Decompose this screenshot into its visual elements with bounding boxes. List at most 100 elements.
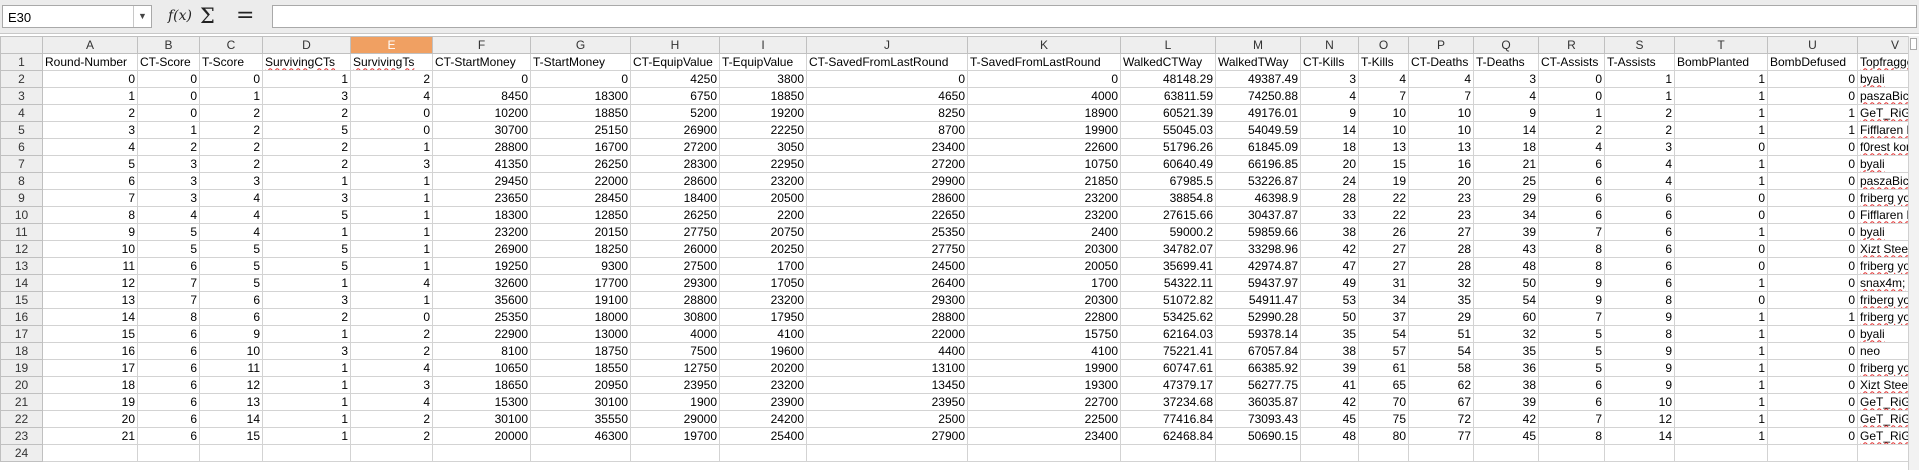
cell-i19[interactable]: 20200 [719, 359, 807, 377]
cell-j18[interactable]: 4400 [806, 342, 968, 360]
cell-b16[interactable]: 8 [137, 308, 200, 326]
cell-k15[interactable]: 20300 [967, 291, 1121, 309]
cell-i18[interactable]: 19600 [719, 342, 807, 360]
cell-u4[interactable]: 1 [1767, 104, 1858, 122]
cell-f8[interactable]: 29450 [432, 172, 531, 190]
cell-d24[interactable] [262, 444, 351, 462]
cell-h13[interactable]: 27500 [630, 257, 720, 275]
cell-m2[interactable]: 49387.49 [1215, 70, 1301, 88]
cell-o20[interactable]: 65 [1358, 376, 1409, 394]
cell-t15[interactable]: 0 [1674, 291, 1768, 309]
cell-f20[interactable]: 18650 [432, 376, 531, 394]
cell-p12[interactable]: 28 [1408, 240, 1474, 258]
cell-b14[interactable]: 7 [137, 274, 200, 292]
name-box-dropdown-icon[interactable]: ▼ [133, 6, 151, 27]
cell-d20[interactable]: 1 [262, 376, 351, 394]
vertical-scrollbar[interactable] [1908, 36, 1919, 470]
cell-o17[interactable]: 54 [1358, 325, 1409, 343]
cell-k20[interactable]: 19300 [967, 376, 1121, 394]
cell-c24[interactable] [199, 444, 263, 462]
cell-q17[interactable]: 32 [1473, 325, 1539, 343]
cell-a22[interactable]: 20 [42, 410, 138, 428]
cell-a1[interactable]: Round-Number [42, 53, 138, 71]
cell-f5[interactable]: 30700 [432, 121, 531, 139]
cell-m13[interactable]: 42974.87 [1215, 257, 1301, 275]
cell-j1[interactable]: CT-SavedFromLastRound [806, 53, 968, 71]
cell-t21[interactable]: 1 [1674, 393, 1768, 411]
cell-j2[interactable]: 0 [806, 70, 968, 88]
cell-r23[interactable]: 8 [1538, 427, 1605, 445]
cell-o7[interactable]: 15 [1358, 155, 1409, 173]
cell-p6[interactable]: 13 [1408, 138, 1474, 156]
cell-u13[interactable]: 0 [1767, 257, 1858, 275]
cell-s4[interactable]: 2 [1604, 104, 1675, 122]
cell-e11[interactable]: 1 [350, 223, 433, 241]
cell-t12[interactable]: 0 [1674, 240, 1768, 258]
column-header-e[interactable]: E [350, 36, 433, 54]
cell-t19[interactable]: 1 [1674, 359, 1768, 377]
cell-n22[interactable]: 45 [1300, 410, 1359, 428]
cell-s13[interactable]: 6 [1604, 257, 1675, 275]
cell-a10[interactable]: 8 [42, 206, 138, 224]
cell-a11[interactable]: 9 [42, 223, 138, 241]
cell-p8[interactable]: 20 [1408, 172, 1474, 190]
scrollbar-thumb[interactable] [1910, 38, 1917, 50]
cell-k10[interactable]: 23200 [967, 206, 1121, 224]
cell-s22[interactable]: 12 [1604, 410, 1675, 428]
cell-l22[interactable]: 77416.84 [1120, 410, 1216, 428]
cell-t16[interactable]: 1 [1674, 308, 1768, 326]
cell-p18[interactable]: 54 [1408, 342, 1474, 360]
cell-a3[interactable]: 1 [42, 87, 138, 105]
cell-c15[interactable]: 6 [199, 291, 263, 309]
cell-b5[interactable]: 1 [137, 121, 200, 139]
cell-i20[interactable]: 23200 [719, 376, 807, 394]
cell-o10[interactable]: 22 [1358, 206, 1409, 224]
cell-h6[interactable]: 27200 [630, 138, 720, 156]
cell-k4[interactable]: 18900 [967, 104, 1121, 122]
row-header-15[interactable]: 15 [0, 291, 43, 309]
cell-g4[interactable]: 18850 [530, 104, 631, 122]
cell-f17[interactable]: 22900 [432, 325, 531, 343]
cell-t2[interactable]: 1 [1674, 70, 1768, 88]
cell-n19[interactable]: 39 [1300, 359, 1359, 377]
cell-c14[interactable]: 5 [199, 274, 263, 292]
column-header-j[interactable]: J [806, 36, 968, 54]
row-header-6[interactable]: 6 [0, 138, 43, 156]
cell-d14[interactable]: 1 [262, 274, 351, 292]
cell-i7[interactable]: 22950 [719, 155, 807, 173]
cell-a19[interactable]: 17 [42, 359, 138, 377]
cell-m12[interactable]: 33298.96 [1215, 240, 1301, 258]
cell-a18[interactable]: 16 [42, 342, 138, 360]
name-box[interactable]: E30 ▼ [2, 5, 152, 28]
cell-d6[interactable]: 2 [262, 138, 351, 156]
cell-n4[interactable]: 9 [1300, 104, 1359, 122]
cell-i24[interactable] [719, 444, 807, 462]
cell-e8[interactable]: 1 [350, 172, 433, 190]
cell-r7[interactable]: 6 [1538, 155, 1605, 173]
cell-u14[interactable]: 0 [1767, 274, 1858, 292]
select-all-corner[interactable] [0, 36, 43, 54]
cell-s16[interactable]: 9 [1604, 308, 1675, 326]
cell-g18[interactable]: 18750 [530, 342, 631, 360]
cell-e5[interactable]: 0 [350, 121, 433, 139]
cell-j16[interactable]: 28800 [806, 308, 968, 326]
cell-k8[interactable]: 21850 [967, 172, 1121, 190]
cell-h23[interactable]: 19700 [630, 427, 720, 445]
cell-p14[interactable]: 32 [1408, 274, 1474, 292]
cell-b24[interactable] [137, 444, 200, 462]
cell-m5[interactable]: 54049.59 [1215, 121, 1301, 139]
row-header-21[interactable]: 21 [0, 393, 43, 411]
cell-d5[interactable]: 5 [262, 121, 351, 139]
cell-o8[interactable]: 19 [1358, 172, 1409, 190]
cell-f22[interactable]: 30100 [432, 410, 531, 428]
column-header-c[interactable]: C [199, 36, 263, 54]
cell-q19[interactable]: 36 [1473, 359, 1539, 377]
cell-h20[interactable]: 23950 [630, 376, 720, 394]
cell-c21[interactable]: 13 [199, 393, 263, 411]
cell-k2[interactable]: 0 [967, 70, 1121, 88]
cell-l19[interactable]: 60747.61 [1120, 359, 1216, 377]
sum-icon[interactable]: Σ [200, 5, 215, 28]
column-header-f[interactable]: F [432, 36, 531, 54]
cell-s7[interactable]: 4 [1604, 155, 1675, 173]
column-header-m[interactable]: M [1215, 36, 1301, 54]
